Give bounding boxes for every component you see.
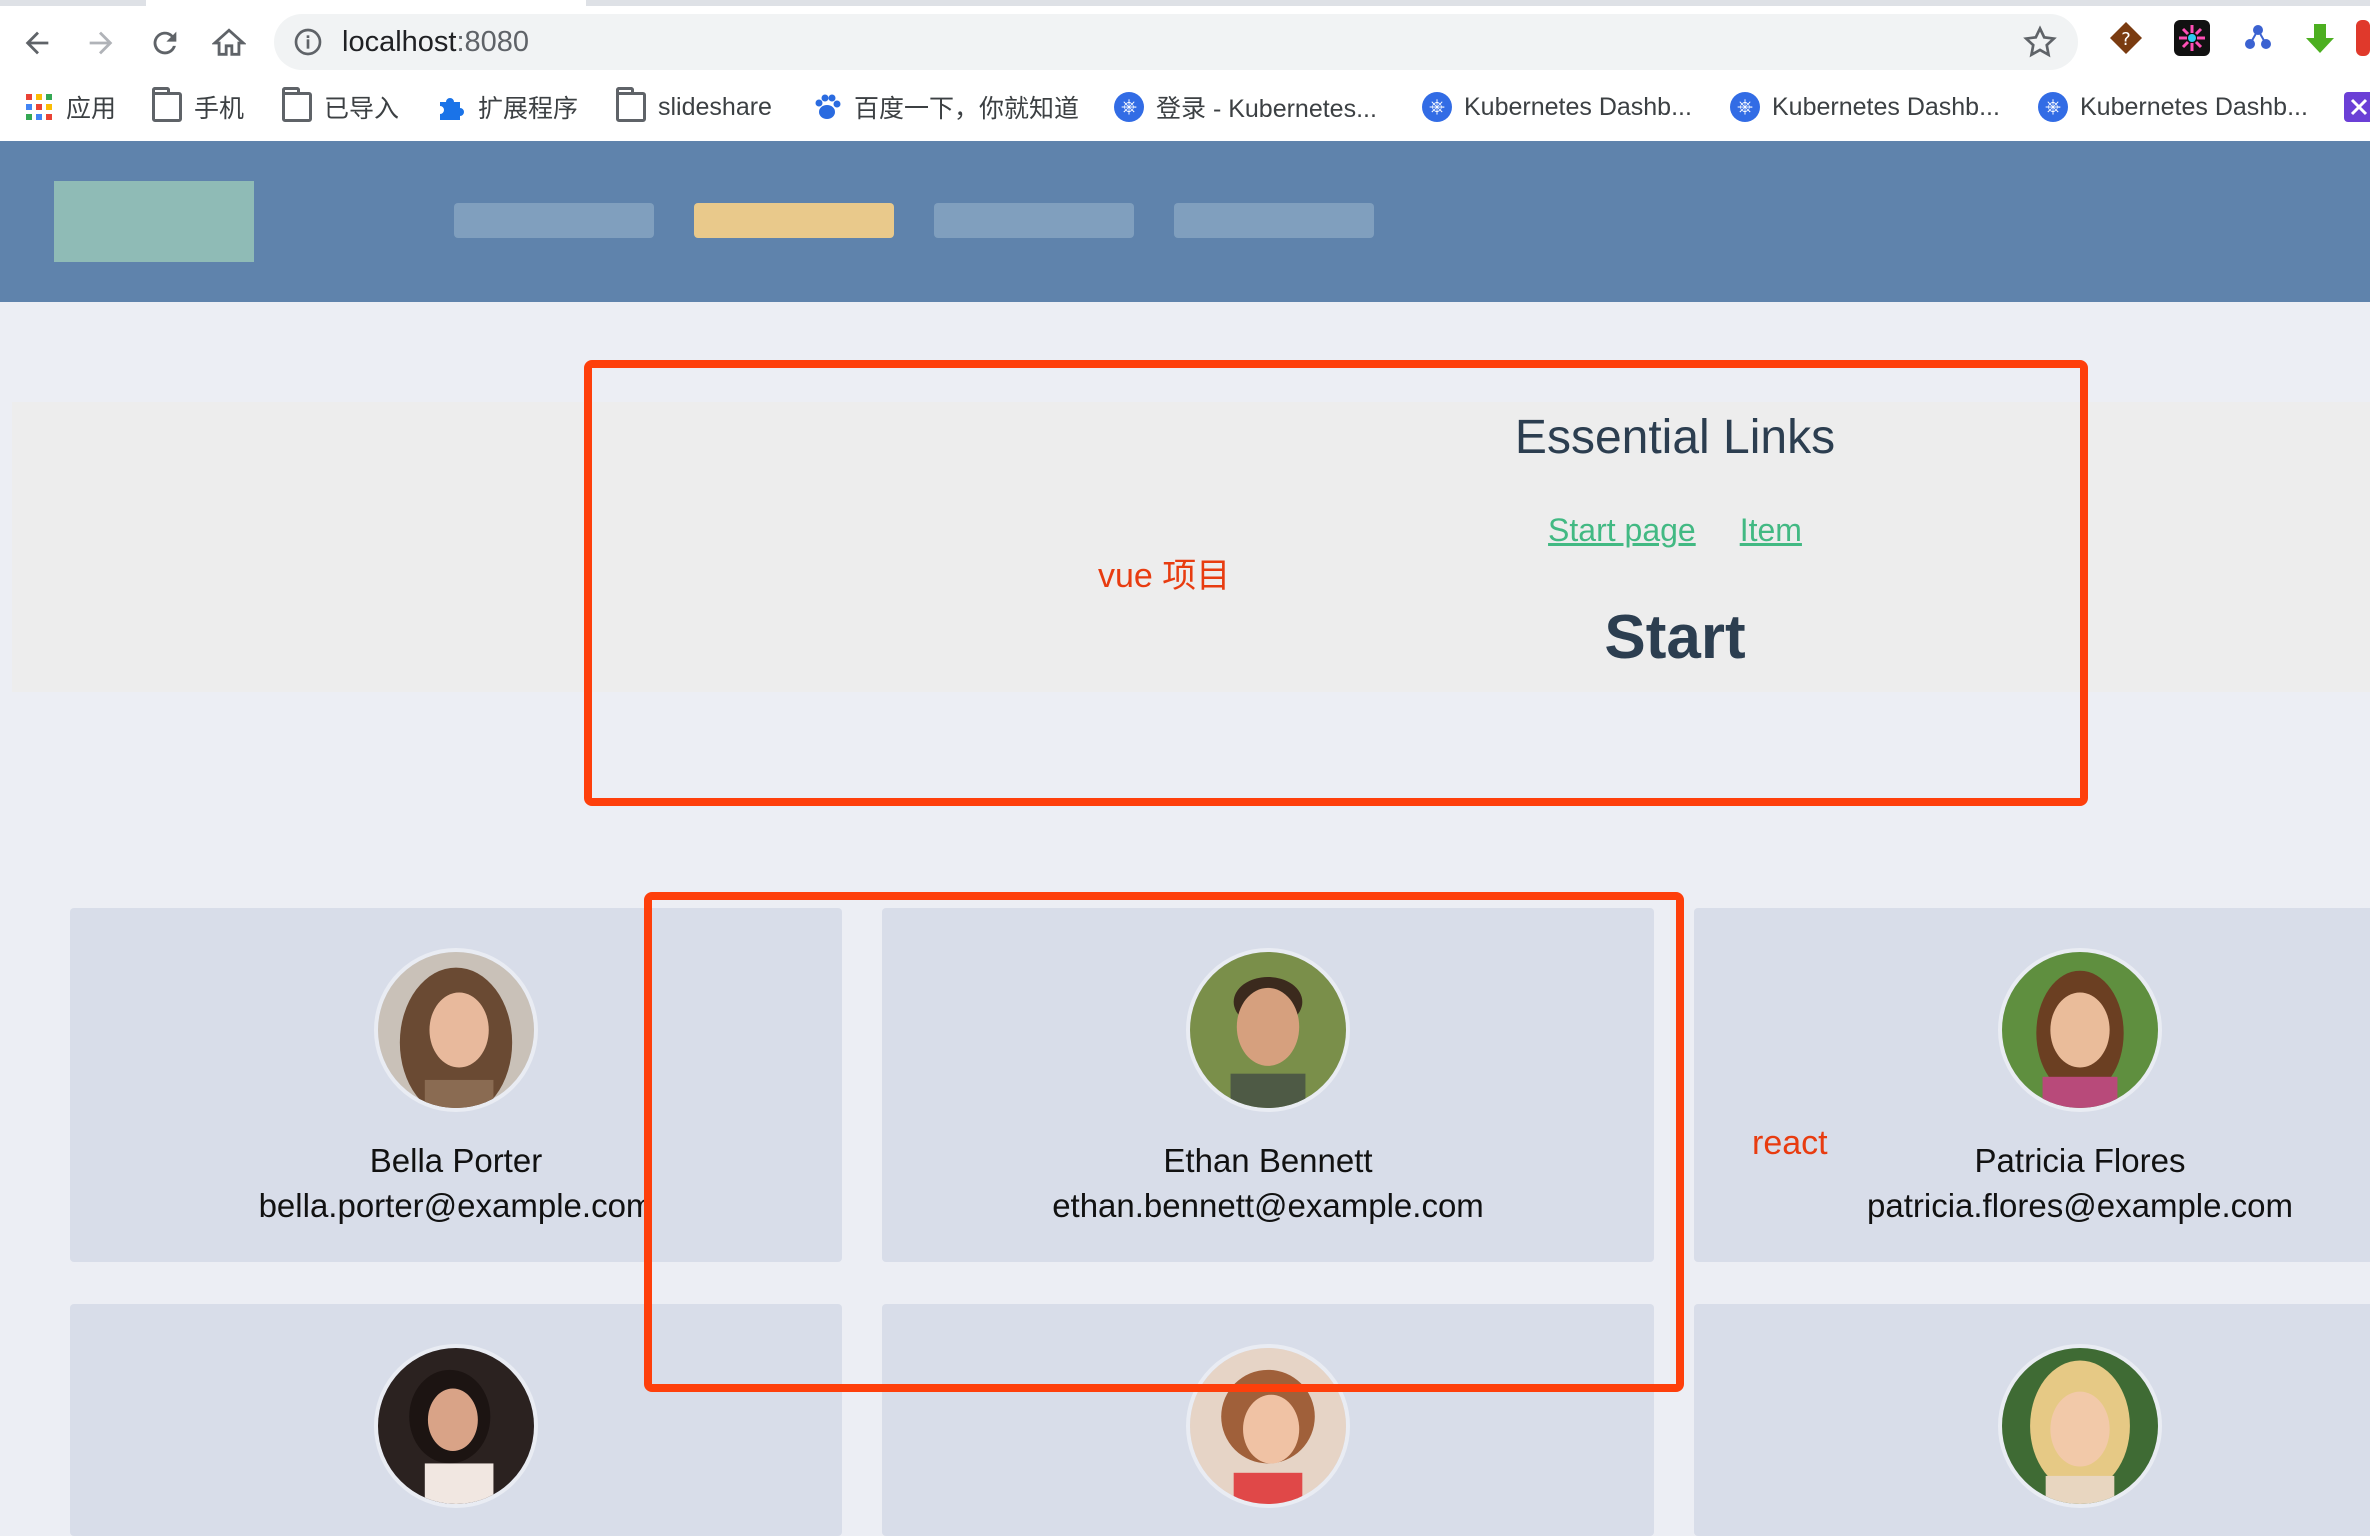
bookmark-kubernetes-login[interactable]: ⎈ 登录 - Kubernetes... <box>1114 82 1377 132</box>
react-annotation-label: react <box>1752 1124 1828 1162</box>
info-icon[interactable] <box>292 26 324 58</box>
avatar <box>374 1344 538 1508</box>
bookmark-label: 应用 <box>66 95 117 123</box>
address-bar[interactable]: localhost:8080 <box>274 14 2078 70</box>
home-icon <box>212 28 246 56</box>
bookmark-kubernetes-dashboard-3[interactable]: ⎈ Kubernetes Dashb... <box>2038 82 2308 132</box>
folder-icon <box>282 87 312 122</box>
avatar-photo <box>2002 1348 2158 1504</box>
contact-email: patricia.flores@example.com <box>1867 1187 2293 1224</box>
extension-network-icon[interactable] <box>2240 20 2276 56</box>
bookmark-label: slideshare <box>658 92 772 121</box>
avatar-photo <box>378 952 534 1108</box>
avatar <box>374 948 538 1112</box>
bookmark-label: Kubernetes Dashb... <box>2080 92 2308 121</box>
avatar <box>1998 1344 2162 1508</box>
bookmark-label: 已导入 <box>324 95 400 123</box>
tab-strip <box>0 0 2370 6</box>
bookmark-label: 手机 <box>194 95 245 123</box>
puzzle-icon <box>440 98 464 120</box>
url-text: localhost:8080 <box>342 25 529 59</box>
url-host: localhost <box>342 26 457 58</box>
avatar <box>1998 948 2162 1112</box>
back-button[interactable] <box>12 18 62 68</box>
home-button[interactable] <box>204 18 254 68</box>
bookmark-folder-phone[interactable]: 手机 <box>152 82 244 132</box>
reload-button[interactable] <box>140 18 190 68</box>
extension-color-burst-icon[interactable] <box>2174 20 2210 56</box>
forward-button[interactable] <box>76 18 126 68</box>
app-header <box>0 141 2370 302</box>
kubernetes-icon: ⎈ <box>1730 92 1760 122</box>
nav-item-4[interactable] <box>1174 203 1374 238</box>
extension-download-arrow-icon[interactable] <box>2302 20 2338 56</box>
back-arrow-icon <box>25 31 49 55</box>
kubernetes-icon: ⎈ <box>1422 92 1452 122</box>
extension-diamond-icon[interactable]: ? <box>2108 20 2144 56</box>
bookmark-folder-imported[interactable]: 已导入 <box>282 82 399 132</box>
purple-x-icon <box>2344 92 2370 122</box>
bookmark-label: 登录 - Kubernetes... <box>1156 95 1377 123</box>
vue-highlight-box <box>584 360 2088 806</box>
bookmark-apps[interactable]: 应用 <box>24 82 116 132</box>
bookmark-kubernetes-dashboard-2[interactable]: ⎈ Kubernetes Dashb... <box>1730 82 2000 132</box>
app-logo-placeholder[interactable] <box>54 181 254 262</box>
reload-icon <box>153 31 177 55</box>
react-highlight-box <box>644 892 1684 1392</box>
bookmark-label: Kubernetes Dashb... <box>1464 92 1692 121</box>
bookmarks-bar: 应用 手机 已导入 扩展程序 slideshare 百度一下，你就知道 ⎈ 登录… <box>0 82 2370 132</box>
svg-text:?: ? <box>2121 29 2131 50</box>
bookmark-overflow[interactable] <box>2344 82 2370 132</box>
apps-grid-icon <box>26 94 52 120</box>
bookmark-star-icon[interactable] <box>2022 24 2058 60</box>
bookmark-label: 扩展程序 <box>478 95 579 123</box>
baidu-paw-icon <box>815 94 841 119</box>
browser-chrome: localhost:8080 ? 应用 手机 已导入 扩展程序 slidesha… <box>0 0 2370 141</box>
bookmark-kubernetes-dashboard-1[interactable]: ⎈ Kubernetes Dashb... <box>1422 82 1692 132</box>
bookmark-baidu[interactable]: 百度一下，你就知道 <box>812 82 1079 132</box>
bookmark-label: 百度一下，你就知道 <box>854 95 1080 123</box>
active-tab[interactable] <box>146 0 586 6</box>
avatar-photo <box>2002 952 2158 1108</box>
kubernetes-icon: ⎈ <box>1114 92 1144 122</box>
nav-item-3[interactable] <box>934 203 1134 238</box>
contact-card[interactable] <box>1694 1304 2370 1536</box>
avatar-photo <box>378 1348 534 1504</box>
bookmark-extensions[interactable]: 扩展程序 <box>436 82 578 132</box>
bookmark-label: Kubernetes Dashb... <box>1772 92 2000 121</box>
nav-item-2-active[interactable] <box>694 203 894 238</box>
url-port: :8080 <box>456 26 530 58</box>
folder-icon <box>152 87 182 122</box>
extension-red-icon[interactable] <box>2356 20 2370 56</box>
forward-arrow-icon <box>89 31 113 55</box>
nav-item-1[interactable] <box>454 203 654 238</box>
contact-card[interactable]: Patricia Flores patricia.flores@example.… <box>1694 908 2370 1262</box>
kubernetes-icon: ⎈ <box>2038 92 2068 122</box>
bookmark-folder-slideshare[interactable]: slideshare <box>616 82 772 132</box>
folder-icon <box>616 87 646 122</box>
